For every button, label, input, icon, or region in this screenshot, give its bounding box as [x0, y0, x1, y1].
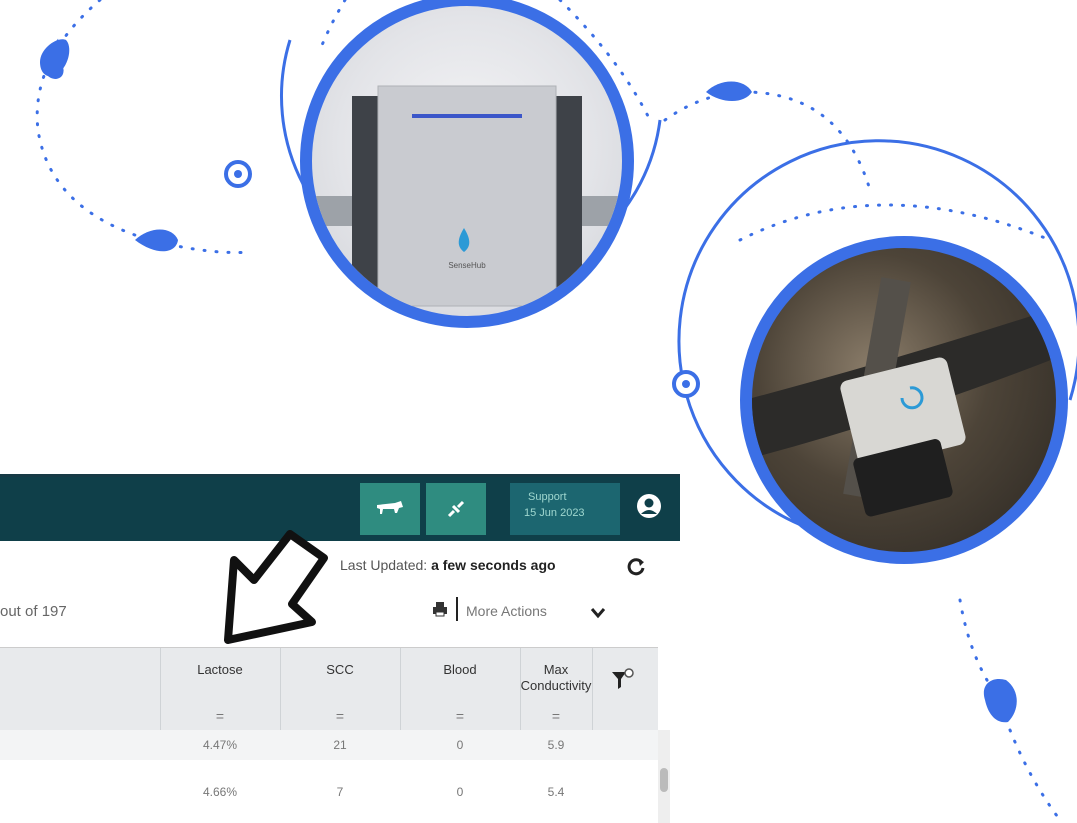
print-icon[interactable]	[432, 601, 448, 617]
column-label: Lactose	[197, 662, 243, 677]
column-filter[interactable]: =	[160, 708, 280, 724]
user-icon[interactable]	[636, 493, 662, 519]
column-label: SCC	[326, 662, 354, 677]
plug-button[interactable]	[426, 483, 486, 535]
scrollbar[interactable]	[658, 730, 670, 823]
filter-icon[interactable]	[610, 668, 634, 692]
support-box[interactable]: Support 15 Jun 2023	[510, 483, 620, 535]
cell-lactose: 4.66%	[202, 785, 238, 799]
drop-icon	[706, 81, 752, 101]
scroll-thumb[interactable]	[660, 768, 668, 792]
last-updated-prefix: Last Updated:	[340, 557, 432, 573]
drop-icon	[135, 229, 178, 252]
table-row[interactable]: 4.47% 21 0 5.9	[0, 730, 658, 760]
svg-text:SenseHub: SenseHub	[448, 261, 486, 270]
column-header-lactose[interactable]: Lactose =	[160, 648, 281, 730]
sensehub-device-photo: SenseHub	[300, 0, 634, 328]
cell-scc: 7	[336, 785, 344, 799]
drop-icon	[40, 39, 70, 77]
cell-blood: 0	[456, 738, 464, 752]
column-label: Blood	[443, 662, 477, 677]
column-label: Max Conductivity	[520, 662, 592, 693]
support-label: Support	[528, 491, 567, 503]
cell-max-conductivity: 5.9	[547, 738, 565, 752]
column-filter[interactable]: =	[280, 708, 400, 724]
cell-lactose: 4.47%	[202, 738, 238, 752]
column-header-max-conductivity[interactable]: Max Conductivity =	[520, 648, 593, 730]
more-actions-button[interactable]: More Actions	[466, 603, 547, 619]
cell-blood: 0	[456, 785, 464, 799]
cell-scc: 21	[333, 738, 347, 752]
column-header-blood[interactable]: Blood =	[400, 648, 521, 730]
column-header-scc[interactable]: SCC =	[280, 648, 401, 730]
sensehub-sensor-photo	[740, 236, 1068, 564]
plug-icon	[447, 500, 465, 518]
column-filter[interactable]: =	[520, 708, 592, 724]
column-filter[interactable]: =	[400, 708, 520, 724]
app-screenshot: Support 15 Jun 2023 Last Updated: a few …	[0, 474, 680, 823]
cell-max-conductivity: 5.4	[547, 785, 565, 799]
last-updated-text: Last Updated: a few seconds ago	[340, 557, 556, 573]
table-header: Lactose = SCC = Blood = Max Conductivity…	[0, 647, 658, 730]
last-updated-value: a few seconds ago	[431, 557, 556, 573]
record-count: out of 197	[0, 603, 67, 620]
table-row[interactable]: 4.66% 7 0 5.4	[0, 777, 658, 807]
divider	[456, 597, 458, 621]
top-bar: Support 15 Jun 2023	[0, 477, 680, 541]
cow-button[interactable]	[360, 483, 420, 535]
date-label: 15 Jun 2023	[524, 507, 585, 519]
refresh-icon[interactable]	[626, 557, 646, 577]
drop-icon	[983, 678, 1017, 723]
cow-icon	[377, 501, 403, 514]
column-header-blank	[0, 648, 161, 730]
chevron-down-icon[interactable]	[590, 607, 606, 619]
